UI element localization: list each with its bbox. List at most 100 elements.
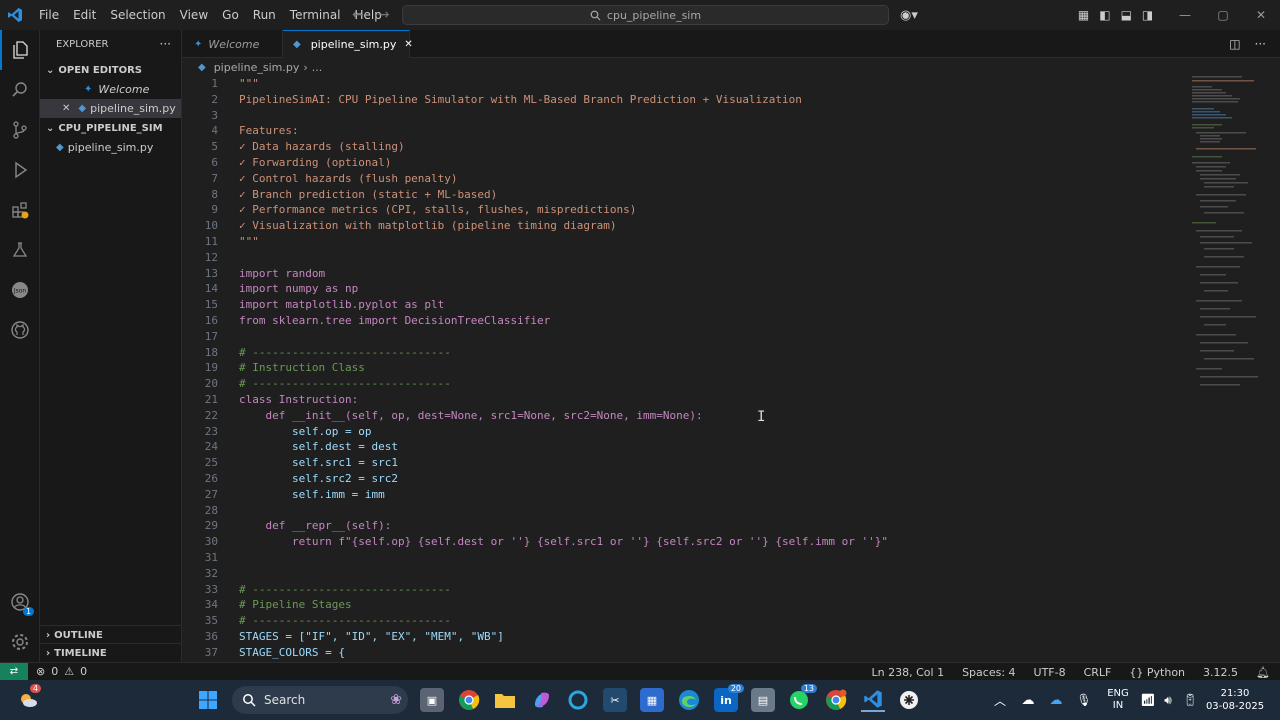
microphone-icon[interactable]: 🎙︎: [1070, 693, 1098, 707]
toggle-sidebar-icon[interactable]: ◧: [1099, 8, 1110, 22]
chrome-icon[interactable]: [457, 688, 481, 712]
code-line[interactable]: 19 # Instruction Class: [182, 360, 1182, 376]
explorer-icon[interactable]: [0, 30, 40, 70]
code-line[interactable]: 33 # ------------------------------: [182, 582, 1182, 598]
close-window-icon[interactable]: ✕: [1242, 0, 1280, 30]
code-line[interactable]: 15 import matplotlib.pyplot as plt: [182, 297, 1182, 313]
code-line[interactable]: 11 """: [182, 234, 1182, 250]
menu-selection[interactable]: Selection: [103, 0, 172, 30]
code-line[interactable]: 36 STAGES = ["IF", "ID", "EX", "MEM", "WB…: [182, 629, 1182, 645]
vscode-taskbar-icon[interactable]: [861, 688, 885, 712]
code-line[interactable]: 14 import numpy as np: [182, 281, 1182, 297]
run-debug-icon[interactable]: [0, 150, 40, 190]
code-line[interactable]: 32: [182, 566, 1182, 582]
testing-icon[interactable]: [0, 230, 40, 270]
search-view-icon[interactable]: [0, 70, 40, 110]
back-arrow-icon[interactable]: ←: [352, 7, 364, 23]
code-line[interactable]: 10 ✓ Visualization with matplotlib (pipel…: [182, 218, 1182, 234]
breadcrumb-file[interactable]: pipeline_sim.py: [214, 61, 300, 74]
code-line[interactable]: 9 ✓ Performance metrics (CPI, stalls, flu…: [182, 202, 1182, 218]
code-line[interactable]: 5 ✓ Data hazards (stalling): [182, 139, 1182, 155]
code-line[interactable]: 22 def __init__(self, op, dest=None, src…: [182, 408, 1182, 424]
onedrive-icon[interactable]: ☁: [1014, 693, 1042, 708]
language-indicator[interactable]: ENG IN: [1098, 688, 1138, 712]
tab-welcome[interactable]: ✦ Welcome: [182, 30, 283, 58]
taskbar-search[interactable]: Search ❀: [232, 686, 408, 714]
accounts-icon[interactable]: 1: [0, 582, 40, 622]
code-line[interactable]: 28: [182, 503, 1182, 519]
toggle-panel-icon[interactable]: ⬓: [1121, 8, 1132, 22]
code-line[interactable]: 8 ✓ Branch prediction (static + ML-based): [182, 187, 1182, 203]
menu-view[interactable]: View: [173, 0, 215, 30]
menu-go[interactable]: Go: [215, 0, 246, 30]
split-editor-icon[interactable]: ◫: [1229, 37, 1240, 51]
code-line[interactable]: 17: [182, 329, 1182, 345]
clock[interactable]: 21:30 03-08-2025: [1202, 687, 1268, 713]
copilot-icon[interactable]: ◉▾: [900, 8, 918, 23]
task-view-icon[interactable]: ▣: [420, 688, 444, 712]
battery-icon[interactable]: 🔋︎: [1178, 693, 1202, 707]
menu-edit[interactable]: Edit: [66, 0, 103, 30]
breadcrumb-rest[interactable]: ...: [312, 61, 323, 74]
menu-run[interactable]: Run: [246, 0, 283, 30]
code-line[interactable]: 23 self.op = op: [182, 424, 1182, 440]
code-line[interactable]: 24 self.dest = dest: [182, 439, 1182, 455]
code-line[interactable]: 31: [182, 550, 1182, 566]
line-ending[interactable]: CRLF: [1084, 666, 1112, 679]
open-editors-section[interactable]: ⌄ OPEN EDITORS: [40, 60, 181, 80]
menu-file[interactable]: File: [32, 0, 66, 30]
weather-icon[interactable]: 4: [16, 684, 42, 712]
cursor-position[interactable]: Ln 238, Col 1: [872, 666, 945, 679]
edge-icon[interactable]: [677, 688, 701, 712]
toggle-secondary-sidebar-icon[interactable]: ◨: [1142, 8, 1153, 22]
code-line[interactable]: 3: [182, 108, 1182, 124]
forward-arrow-icon[interactable]: →: [378, 7, 390, 23]
microsoft-store-icon[interactable]: ▦: [640, 688, 664, 712]
problems-indicator[interactable]: ⊗ 0 ⚠ 0: [28, 665, 87, 678]
chatgpt-icon[interactable]: [897, 688, 921, 712]
code-line[interactable]: 27 self.imm = imm: [182, 487, 1182, 503]
customize-layout-icon[interactable]: ▦: [1078, 8, 1089, 22]
close-tab-icon[interactable]: ✕: [404, 39, 412, 50]
code-line[interactable]: 26 self.src2 = src2: [182, 471, 1182, 487]
code-editor[interactable]: I 1 """ 2 PipelineSimAI: CPU Pipeline Simul…: [182, 76, 1280, 662]
linkedin-icon[interactable]: in 20: [714, 684, 744, 712]
remote-indicator-icon[interactable]: ⇄: [0, 662, 28, 681]
code-line[interactable]: 35 # ------------------------------: [182, 613, 1182, 629]
windows-start-icon[interactable]: [196, 688, 220, 712]
copilot-app-icon[interactable]: [530, 688, 554, 712]
whatsapp-icon[interactable]: 13: [787, 684, 817, 712]
code-line[interactable]: 6 ✓ Forwarding (optional): [182, 155, 1182, 171]
json-icon[interactable]: Json: [0, 270, 40, 310]
open-editor-welcome[interactable]: ✦ Welcome: [40, 80, 181, 99]
code-line[interactable]: 16 from sklearn.tree import DecisionTreeC…: [182, 313, 1182, 329]
code-line[interactable]: 18 # ------------------------------: [182, 345, 1182, 361]
close-icon[interactable]: ✕: [62, 103, 70, 114]
code-line[interactable]: 21 class Instruction:: [182, 392, 1182, 408]
code-line[interactable]: 1 """: [182, 76, 1182, 92]
code-line[interactable]: 29 def __repr__(self):: [182, 518, 1182, 534]
tab-pipeline-sim[interactable]: ◆ pipeline_sim.py ✕: [283, 30, 413, 58]
indentation[interactable]: Spaces: 4: [962, 666, 1015, 679]
more-actions-icon[interactable]: ···: [160, 37, 171, 51]
python-version[interactable]: 3.12.5: [1203, 666, 1238, 679]
cortana-icon[interactable]: [566, 688, 590, 712]
file-explorer-icon[interactable]: [493, 688, 517, 712]
code-line[interactable]: 13 import random: [182, 266, 1182, 282]
code-line[interactable]: 4 Features:: [182, 123, 1182, 139]
minimap[interactable]: [1186, 76, 1266, 406]
wifi-icon[interactable]: 📶︎: [1138, 693, 1158, 707]
code-line[interactable]: 12: [182, 250, 1182, 266]
onedrive-business-icon[interactable]: ☁: [1042, 693, 1070, 708]
more-actions-icon[interactable]: ···: [1255, 37, 1266, 51]
code-line[interactable]: 37 STAGE_COLORS = {: [182, 645, 1182, 661]
code-line[interactable]: 7 ✓ Control hazards (flush penalty): [182, 171, 1182, 187]
notifications-bell-icon[interactable]: 🔔︎: [1256, 666, 1270, 679]
extensions-icon[interactable]: [0, 190, 40, 230]
snipping-tool-icon[interactable]: ✂: [603, 688, 627, 712]
code-line[interactable]: 25 self.src1 = src1: [182, 455, 1182, 471]
menu-terminal[interactable]: Terminal: [283, 0, 348, 30]
volume-icon[interactable]: 🔊︎: [1158, 693, 1178, 708]
show-hidden-icons-icon[interactable]: ︿: [986, 692, 1014, 709]
code-line[interactable]: 2 PipelineSimAI: CPU Pipeline Simulator w…: [182, 92, 1182, 108]
